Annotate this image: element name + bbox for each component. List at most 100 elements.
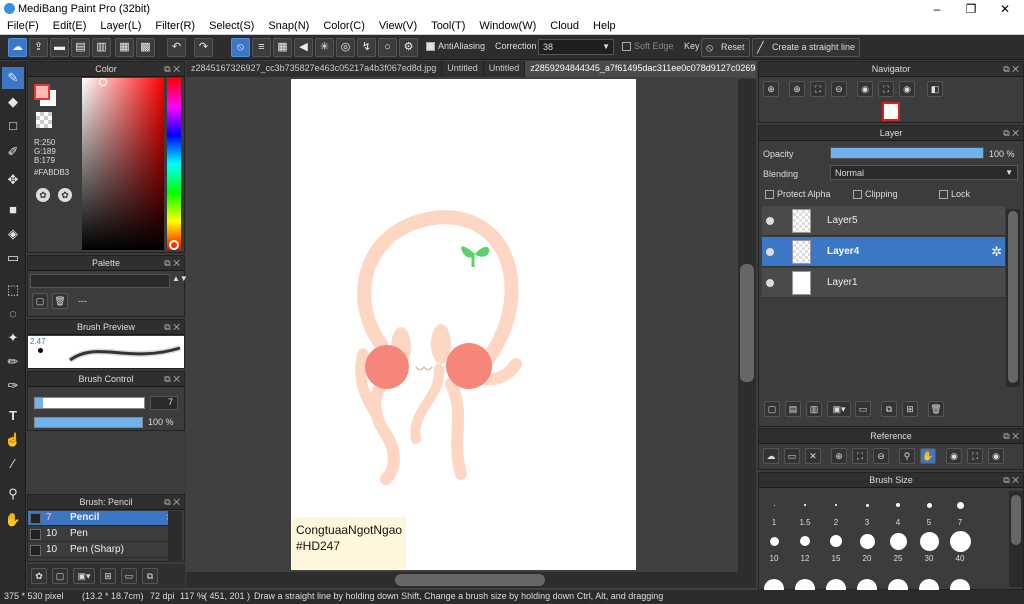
magic-wand-tool-icon[interactable]: ✦ — [2, 327, 24, 349]
menu-cloud[interactable]: Cloud — [543, 20, 586, 32]
reference-close-icon[interactable]: ✕ — [805, 448, 821, 464]
panel-expand-icon[interactable]: ⧉ ✕ — [164, 320, 180, 335]
upload-icon[interactable]: ⇪ — [29, 38, 48, 57]
protect-alpha-checkbox[interactable]: Protect Alpha — [765, 189, 831, 200]
layer-row-layer4[interactable]: Layer4 ✲ — [762, 237, 1005, 267]
zoom-in-alt-icon[interactable]: ⊕ — [789, 81, 805, 97]
select-pen-tool-icon[interactable]: ✏ — [2, 351, 24, 373]
brush-menu-icon[interactable]: ▣▾ — [73, 568, 95, 584]
brush-item-pen-sharp[interactable]: 10 Pen (Sharp) — [28, 543, 180, 558]
brush-size-dot[interactable] — [773, 504, 775, 506]
menu-view[interactable]: View(V) — [372, 20, 424, 32]
brush-opacity-slider[interactable] — [34, 417, 143, 428]
reference-zoom-out-icon[interactable]: ⊖ — [873, 448, 889, 464]
text-tool-icon[interactable]: T — [2, 405, 24, 427]
menu-color[interactable]: Color(C) — [316, 20, 372, 32]
saturation-value-picker[interactable] — [82, 78, 164, 250]
layer-list-scrollbar[interactable] — [1006, 209, 1020, 387]
close-button[interactable]: ✕ — [988, 0, 1022, 18]
redo-icon[interactable]: ↷ — [194, 38, 213, 57]
menu-window[interactable]: Window(W) — [472, 20, 543, 32]
brush-size-dot[interactable] — [830, 535, 842, 547]
snap-ellipse-icon[interactable]: ○ — [378, 38, 397, 57]
brush-size-scrollbar[interactable] — [1009, 491, 1023, 587]
reference-fullscreen-icon[interactable]: ⛶ — [967, 448, 983, 464]
bucket-tool-icon[interactable]: ◈ — [2, 223, 24, 245]
tab-document-1[interactable]: z2845167326927_cc3b735827e463c05217a4b3f… — [186, 61, 443, 77]
layer-row-layer5[interactable]: Layer5 — [762, 206, 1005, 236]
select-eraser-tool-icon[interactable]: ✑ — [2, 375, 24, 397]
document-icon[interactable]: ▤ — [71, 38, 90, 57]
brush-size-dot[interactable] — [956, 501, 964, 509]
fill-rect-tool-icon[interactable]: ■ — [2, 199, 24, 221]
reference-eyedropper-icon[interactable]: ⚲ — [899, 448, 915, 464]
snap-radial-icon[interactable]: ✳ — [315, 38, 334, 57]
minimize-button[interactable]: – — [920, 0, 954, 18]
brush-size-dot[interactable] — [835, 504, 837, 506]
reference-fit-icon[interactable]: ⛶ — [852, 448, 868, 464]
canvas-vertical-scroll-thumb[interactable] — [740, 264, 754, 382]
reference-cloud-icon[interactable]: ☁ — [763, 448, 779, 464]
menu-filter[interactable]: Filter(R) — [148, 20, 202, 32]
reference-zoom-in-icon[interactable]: ⊕ — [831, 448, 847, 464]
panel-expand-icon[interactable]: ⧉ ✕ — [1003, 126, 1019, 141]
menu-help[interactable]: Help — [586, 20, 623, 32]
lasso-tool-icon[interactable]: ◌ — [2, 303, 24, 325]
divide-tool-icon[interactable]: ⁄ — [2, 453, 24, 475]
layer-list-scroll-thumb[interactable] — [1008, 211, 1018, 383]
merge-layer-icon[interactable]: ⊞ — [902, 401, 918, 417]
operation-tool-icon[interactable]: ☝ — [2, 429, 24, 451]
eye-icon[interactable] — [766, 217, 774, 225]
brush-list-scrollbar[interactable] — [168, 511, 182, 562]
clipping-checkbox[interactable]: Clipping — [853, 189, 898, 200]
new-palette-icon[interactable]: ▢ — [32, 293, 48, 309]
grid-list-icon[interactable]: ▦ — [115, 38, 134, 57]
dot-tool-icon[interactable]: □ — [2, 115, 24, 137]
snap-perspective-icon[interactable]: ◀ — [294, 38, 313, 57]
panel-expand-icon[interactable]: ⧉ ✕ — [1003, 62, 1019, 77]
rotate-reset-icon[interactable]: ◉ — [899, 81, 915, 97]
menu-edit[interactable]: Edit(E) — [46, 20, 94, 32]
panel-expand-icon[interactable]: ⧉ ✕ — [164, 62, 180, 77]
eraser-tool-icon[interactable]: ◆ — [2, 91, 24, 113]
reference-hand-icon[interactable]: ✋ — [920, 448, 936, 464]
brush-size-dot[interactable] — [896, 503, 900, 507]
snap-off-icon[interactable]: ⦸ — [231, 38, 250, 57]
color-palette-icon[interactable]: ✿ — [36, 188, 50, 202]
brush-settings-icon[interactable]: ⊞ — [100, 568, 116, 584]
reference-rotate-reset-icon[interactable]: ◉ — [988, 448, 1004, 464]
tab-untitled-2[interactable]: Untitled — [484, 61, 526, 77]
brush-size-dot[interactable] — [949, 530, 971, 552]
brush-size-dot[interactable] — [769, 536, 779, 546]
drawing-canvas[interactable] — [291, 79, 636, 570]
tiles-icon[interactable]: ▩ — [136, 38, 155, 57]
brush-size-dot[interactable] — [804, 504, 806, 506]
notes-icon[interactable]: ▥ — [92, 38, 111, 57]
zoom-in-icon[interactable]: ⊕ — [763, 81, 779, 97]
snap-parallel-icon[interactable]: ≡ — [252, 38, 271, 57]
menu-select[interactable]: Select(S) — [202, 20, 261, 32]
rotate-icon[interactable]: ◉ — [857, 81, 873, 97]
add-layer-menu-icon[interactable]: ▣▾ — [827, 401, 851, 417]
correction-select[interactable]: 38 ▼ — [538, 39, 614, 55]
menu-file[interactable]: File(F) — [0, 20, 46, 32]
hue-slider-handle[interactable] — [169, 240, 179, 250]
duplicate-layer-icon[interactable]: ⧉ — [881, 401, 897, 417]
palette-select[interactable] — [30, 274, 170, 288]
new-layer-icon[interactable]: ▢ — [764, 401, 780, 417]
layer-row-layer1[interactable]: Layer1 — [762, 268, 1005, 298]
fullscreen-icon[interactable]: ⛶ — [878, 81, 894, 97]
select-rect-tool-icon[interactable]: ⬚ — [2, 279, 24, 301]
new-halftone-layer-icon[interactable]: ▤ — [785, 401, 801, 417]
menu-tool[interactable]: Tool(T) — [424, 20, 472, 32]
trash-icon[interactable]: 🗑 — [52, 293, 68, 309]
color-wheel-icon[interactable]: ✿ — [58, 188, 72, 202]
eye-icon[interactable] — [766, 279, 774, 287]
brush-size-scroll-thumb[interactable] — [1011, 495, 1021, 545]
navigator-thumbnail[interactable] — [882, 102, 900, 121]
hand-tool-icon[interactable]: ✋ — [2, 509, 24, 531]
foreground-color-swatch[interactable] — [34, 84, 50, 100]
panel-expand-icon[interactable]: ⧉ ✕ — [164, 495, 180, 510]
magic-brush-tool-icon[interactable]: ✐ — [2, 141, 24, 163]
comment-icon[interactable]: ▬ — [50, 38, 69, 57]
